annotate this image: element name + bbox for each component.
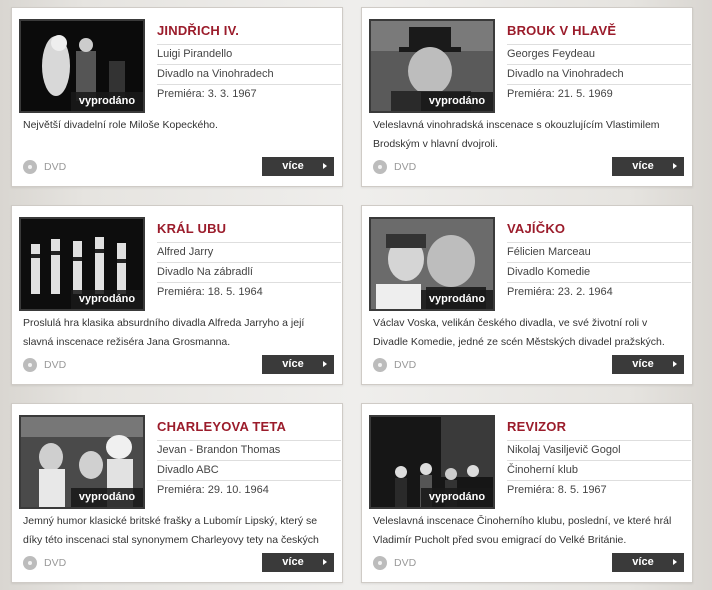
dvd-indicator: DVD: [373, 159, 416, 175]
author: Jevan - Brandon Thomas: [157, 440, 341, 460]
dvd-disc-icon: [373, 358, 387, 373]
dvd-indicator: DVD: [23, 555, 66, 571]
more-button-label: více: [282, 160, 304, 172]
arrow-right-icon: [673, 361, 677, 367]
more-button[interactable]: více: [612, 355, 684, 374]
production-description: Václav Voska, velikán českého divadla, v…: [373, 317, 665, 348]
sold-out-badge: vyprodáno: [71, 92, 143, 111]
theatre: Činoherní klub: [507, 460, 691, 480]
arrow-right-icon: [323, 163, 327, 169]
sold-out-badge: vyprodáno: [421, 92, 493, 111]
production-description: Největší divadelní role Miloše Kopeckého…: [23, 119, 218, 131]
premiere-date: Premiéra: 18. 5. 1964: [157, 282, 341, 302]
premiere-date: Premiéra: 29. 10. 1964: [157, 480, 341, 500]
more-button-label: více: [632, 358, 654, 370]
more-button[interactable]: více: [612, 157, 684, 176]
sold-out-badge: vyprodáno: [421, 488, 493, 507]
production-title[interactable]: REVIZOR: [507, 419, 566, 434]
theatre: Divadlo Komedie: [507, 262, 691, 282]
more-button[interactable]: více: [262, 553, 334, 572]
production-photo[interactable]: vyprodáno: [369, 19, 495, 113]
production-title[interactable]: JINDŘICH IV.: [157, 23, 239, 38]
production-card: vyprodáno KRÁL UBU Alfred Jarry Divadlo …: [11, 205, 343, 385]
dvd-label: DVD: [44, 161, 67, 173]
more-button-label: více: [282, 358, 304, 370]
arrow-right-icon: [323, 559, 327, 565]
dvd-disc-icon: [373, 160, 387, 175]
arrow-right-icon: [673, 559, 677, 565]
production-card: vyprodáno JINDŘICH IV. Luigi Pirandello …: [11, 7, 343, 187]
theatre: Divadlo na Vinohradech: [157, 64, 341, 84]
dvd-label: DVD: [394, 359, 417, 371]
author: Georges Feydeau: [507, 44, 691, 64]
production-card: vyprodáno REVIZOR Nikolaj Vasiljevič Gog…: [361, 403, 693, 583]
more-button-label: více: [632, 556, 654, 568]
dvd-indicator: DVD: [373, 357, 416, 373]
sold-out-badge: vyprodáno: [421, 290, 493, 309]
theatre: Divadlo Na zábradlí: [157, 262, 341, 282]
dvd-indicator: DVD: [23, 159, 66, 175]
more-button-label: více: [632, 160, 654, 172]
dvd-label: DVD: [394, 161, 417, 173]
arrow-right-icon: [673, 163, 677, 169]
production-card: vyprodáno CHARLEYOVA TETA Jevan - Brando…: [11, 403, 343, 583]
production-photo[interactable]: vyprodáno: [19, 19, 145, 113]
more-button[interactable]: více: [612, 553, 684, 572]
production-photo[interactable]: vyprodáno: [19, 415, 145, 509]
author: Luigi Pirandello: [157, 44, 341, 64]
sold-out-badge: vyprodáno: [71, 488, 143, 507]
production-description: Jemný humor klasické britské frašky a Lu…: [23, 515, 319, 546]
premiere-date: Premiéra: 8. 5. 1967: [507, 480, 691, 500]
production-description: Proslulá hra klasika absurdního divadla …: [23, 317, 305, 348]
production-photo[interactable]: vyprodáno: [369, 415, 495, 509]
dvd-disc-icon: [23, 358, 37, 373]
production-grid: vyprodáno JINDŘICH IV. Luigi Pirandello …: [0, 0, 712, 590]
production-card: vyprodáno BROUK V HLAVĚ Georges Feydeau …: [361, 7, 693, 187]
theatre: Divadlo na Vinohradech: [507, 64, 691, 84]
dvd-indicator: DVD: [373, 555, 416, 571]
arrow-right-icon: [323, 361, 327, 367]
dvd-disc-icon: [373, 556, 387, 571]
production-title[interactable]: CHARLEYOVA TETA: [157, 419, 286, 434]
production-title[interactable]: BROUK V HLAVĚ: [507, 23, 616, 38]
dvd-disc-icon: [23, 160, 37, 175]
production-photo[interactable]: vyprodáno: [19, 217, 145, 311]
dvd-disc-icon: [23, 556, 37, 571]
premiere-date: Premiéra: 21. 5. 1969: [507, 84, 691, 104]
author: Nikolaj Vasiljevič Gogol: [507, 440, 691, 460]
more-button[interactable]: více: [262, 355, 334, 374]
author: Alfred Jarry: [157, 242, 341, 262]
more-button-label: více: [282, 556, 304, 568]
dvd-label: DVD: [394, 557, 417, 569]
premiere-date: Premiéra: 23. 2. 1964: [507, 282, 691, 302]
dvd-label: DVD: [44, 557, 67, 569]
production-card: vyprodáno VAJÍČKO Félicien Marceau Divad…: [361, 205, 693, 385]
more-button[interactable]: více: [262, 157, 334, 176]
author: Félicien Marceau: [507, 242, 691, 262]
production-title[interactable]: KRÁL UBU: [157, 221, 226, 236]
dvd-indicator: DVD: [23, 357, 66, 373]
production-description: Veleslavná inscenace Činoherního klubu, …: [373, 515, 672, 546]
production-photo[interactable]: vyprodáno: [369, 217, 495, 311]
production-title[interactable]: VAJÍČKO: [507, 221, 565, 236]
sold-out-badge: vyprodáno: [71, 290, 143, 309]
dvd-label: DVD: [44, 359, 67, 371]
production-description: Veleslavná vinohradská inscenace s okouz…: [373, 119, 660, 150]
theatre: Divadlo ABC: [157, 460, 341, 480]
premiere-date: Premiéra: 3. 3. 1967: [157, 84, 341, 104]
